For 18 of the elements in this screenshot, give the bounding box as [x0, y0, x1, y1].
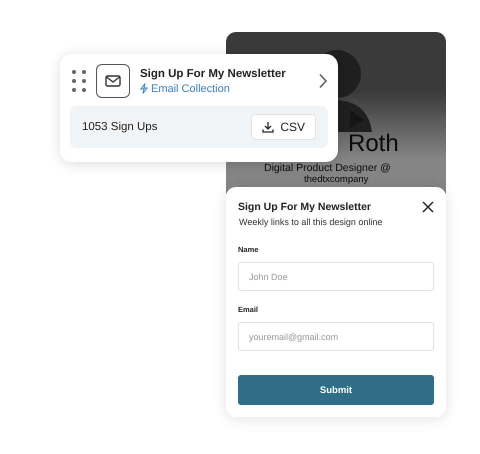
drag-handle-icon[interactable] — [72, 70, 86, 92]
signup-count: 1053 Sign Ups — [82, 121, 158, 133]
envelope-icon — [96, 64, 130, 98]
profile-name: Roth — [348, 130, 399, 158]
form-title: Sign Up For My Newsletter — [140, 68, 287, 80]
form-type-label: Email Collection — [151, 82, 230, 94]
company-name: thedtxcompany — [304, 175, 368, 185]
download-icon — [262, 121, 274, 133]
form-title: Sign Up For My Newsletter — [238, 201, 372, 213]
chevron-right-icon[interactable] — [318, 73, 328, 89]
submit-button[interactable]: Submit — [238, 375, 434, 405]
input-field[interactable]: youremail@gmail.com — [238, 322, 434, 351]
lightning-icon — [140, 83, 148, 94]
csv-download-button[interactable]: CSV — [251, 114, 316, 140]
input-field[interactable]: John Doe — [238, 262, 434, 291]
profile-headline: Digital Product Designer @ — [264, 163, 391, 174]
form-subtitle: Weekly links to all this design online — [238, 217, 382, 227]
close-icon[interactable] — [422, 201, 434, 213]
